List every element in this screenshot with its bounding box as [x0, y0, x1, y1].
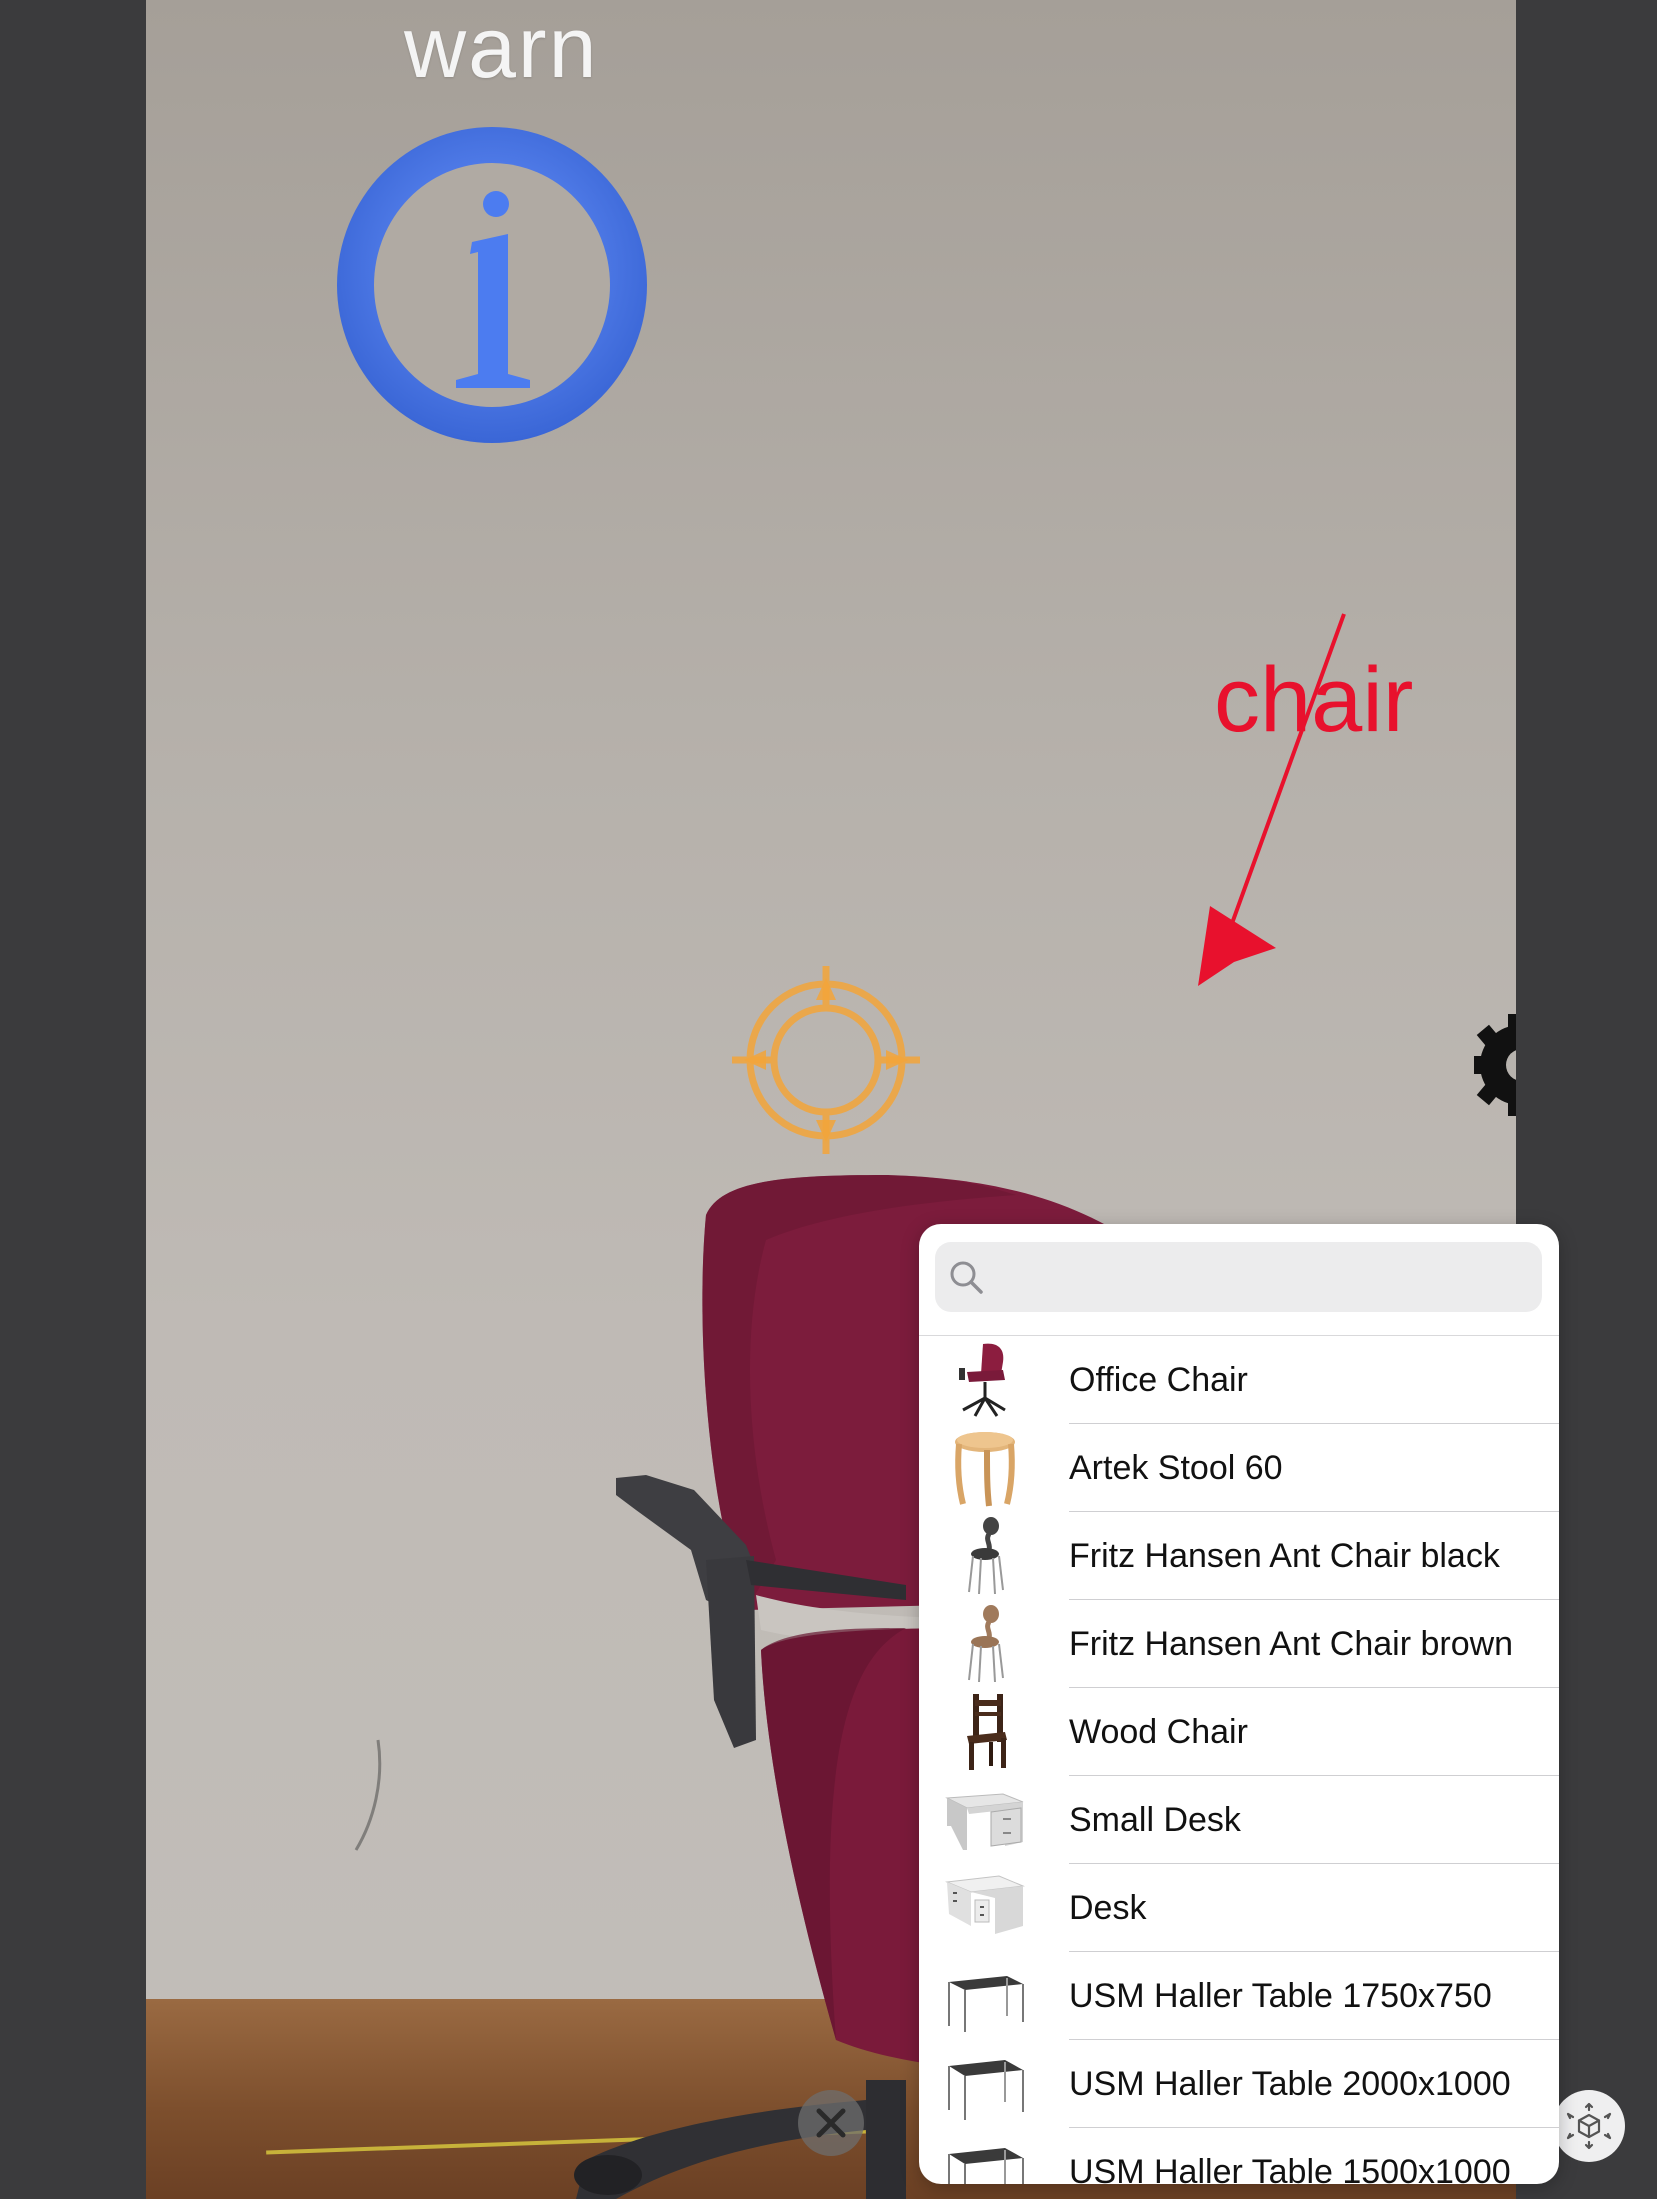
small-desk-thumb	[945, 1793, 1024, 1850]
list-item-label: USM Haller Table 2000x1000	[1069, 2065, 1511, 2103]
desk-thumb	[945, 1875, 1025, 1934]
list-item-label: Fritz Hansen Ant Chair brown	[1069, 1625, 1514, 1663]
search-input[interactable]	[993, 1242, 1537, 1314]
close-icon	[816, 2108, 846, 2138]
search-bar[interactable]	[935, 1242, 1542, 1314]
list-item-artek-stool[interactable]: Artek Stool 60	[919, 1424, 1559, 1512]
target-reticle-icon[interactable]	[726, 960, 926, 1160]
search-icon	[950, 1261, 983, 1294]
list-item-label: Office Chair	[1069, 1361, 1248, 1399]
list-item-label: Desk	[1069, 1889, 1147, 1927]
ar-cube-icon	[1566, 2102, 1612, 2150]
list-item-usm-haller-1750x750[interactable]: USM Haller Table 1750x750	[919, 1952, 1559, 2040]
list-item-usm-haller-1500x1000[interactable]: USM Haller Table 1500x1000	[919, 2128, 1559, 2184]
warn-label: warn	[404, 0, 599, 96]
ar-mode-button[interactable]	[1553, 2090, 1625, 2162]
close-button[interactable]	[798, 2090, 864, 2156]
stool-thumb	[955, 1432, 1015, 1507]
table-thumb	[948, 2148, 1024, 2184]
table-thumb	[948, 2060, 1024, 2120]
ant-chair-brown-thumb	[968, 1605, 1004, 1683]
table-thumb	[948, 1976, 1024, 2032]
list-item-label: USM Haller Table 1750x750	[1069, 1977, 1492, 2015]
office-chair-thumb	[959, 1343, 1006, 1417]
list-item-label: Artek Stool 60	[1069, 1449, 1283, 1487]
furniture-picker-popover: Office Chair Artek Stool 60 Fritz Hansen…	[919, 1224, 1559, 2184]
gear-icon[interactable]	[1464, 1010, 1516, 1120]
list-item-small-desk[interactable]: Small Desk	[919, 1776, 1559, 1864]
list-item-ant-chair-brown[interactable]: Fritz Hansen Ant Chair brown	[919, 1600, 1559, 1688]
wood-chair-thumb	[967, 1694, 1007, 1770]
list-item-desk[interactable]: Desk	[919, 1864, 1559, 1952]
list-item-label: USM Haller Table 1500x1000	[1069, 2153, 1511, 2184]
info-icon[interactable]	[332, 122, 652, 447]
list-item-ant-chair-black[interactable]: Fritz Hansen Ant Chair black	[919, 1512, 1559, 1600]
ar-furniture-app: warn chair Office Chair Artek Stool 60 F…	[0, 0, 1657, 2199]
list-item-office-chair[interactable]: Office Chair	[919, 1336, 1559, 1424]
chair-label: chair	[1214, 649, 1414, 751]
furniture-list: Office Chair Artek Stool 60 Fritz Hansen…	[919, 1336, 1559, 2184]
ant-chair-black-thumb	[968, 1517, 1004, 1595]
list-item-wood-chair[interactable]: Wood Chair	[919, 1688, 1559, 1776]
list-item-label: Fritz Hansen Ant Chair black	[1069, 1537, 1500, 1575]
list-item-label: Small Desk	[1069, 1801, 1241, 1839]
list-item-label: Wood Chair	[1069, 1713, 1248, 1751]
list-item-usm-haller-2000x1000[interactable]: USM Haller Table 2000x1000	[919, 2040, 1559, 2128]
